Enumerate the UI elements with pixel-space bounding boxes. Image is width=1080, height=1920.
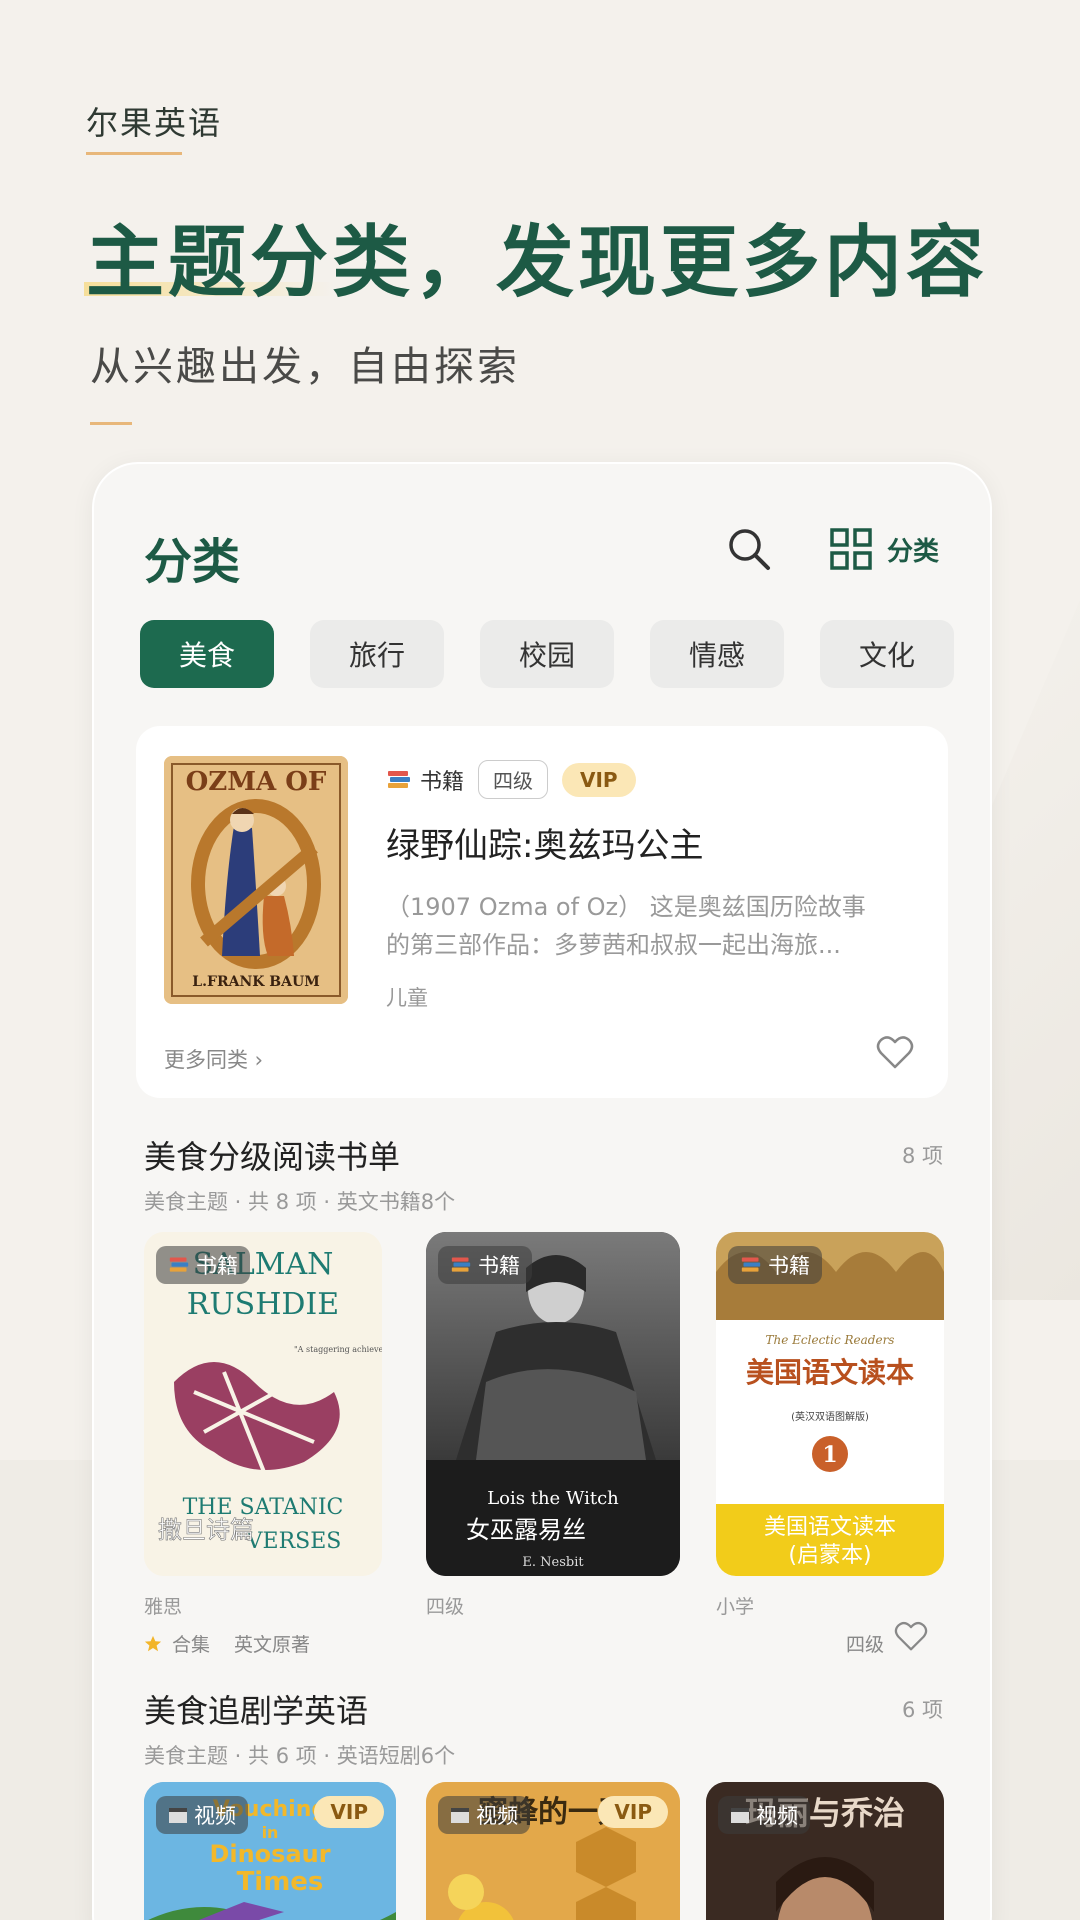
- video-card-dinosaur[interactable]: Vouching in Dinosaur Times 视频 VIP: [144, 1782, 396, 1920]
- section2-title: 美食追剧学英语: [144, 1692, 369, 1730]
- section2-subtitle: 美食主题 · 共 6 项 · 英语短剧6个: [144, 1744, 456, 1768]
- feature-description-line2: 的第三部作品：多萝茜和叔叔一起出海旅...: [386, 931, 841, 959]
- ozma-cover-title: OZMA OF: [186, 767, 327, 797]
- books-icon: [388, 770, 410, 788]
- type-tag: 书籍: [386, 764, 464, 796]
- topic-chips: 美食 旅行 校园 情感 文化: [140, 620, 954, 688]
- more-similar-link[interactable]: 更多同类 ›: [164, 1044, 263, 1074]
- satanic-cover-quote: "A staggering achievement, extremely imp…: [294, 1345, 382, 1354]
- type-badge: 视频: [718, 1796, 810, 1834]
- tag-collection: 合集: [172, 1634, 211, 1656]
- clapperboard-icon: [451, 1808, 469, 1823]
- chip-culture[interactable]: 文化: [820, 620, 954, 688]
- eclectic-cover-series: The Eclectic Readers: [766, 1333, 895, 1347]
- type-badge-label: 视频: [476, 1804, 518, 1828]
- clapperboard-icon: [731, 1808, 749, 1823]
- feature-category: 儿童: [386, 986, 428, 1010]
- level-tag: 四级: [478, 760, 549, 799]
- video-card-bee[interactable]: 蜜蜂的一天 视频 VIP: [426, 1782, 680, 1920]
- star-icon: [144, 1635, 162, 1651]
- type-badge-label: 视频: [194, 1804, 236, 1828]
- type-badge: 书籍: [156, 1246, 250, 1284]
- search-icon: [729, 529, 770, 570]
- heart-icon: [876, 1036, 914, 1069]
- eclectic-cover-banner1: 美国语文读本: [764, 1515, 896, 1540]
- type-badge-label: 视频: [756, 1804, 798, 1828]
- type-badge: 视频: [156, 1796, 248, 1834]
- heart-icon: [894, 1621, 928, 1651]
- tag-original: 英文原著: [234, 1634, 311, 1656]
- chip-campus[interactable]: 校园: [480, 620, 614, 688]
- books-icon: [451, 1257, 471, 1272]
- category-button-label: 分类: [887, 536, 940, 567]
- type-badge: 视频: [438, 1796, 530, 1834]
- footer-level: 四级: [846, 1634, 885, 1656]
- brand-underline: [86, 152, 182, 155]
- dino-cover-text3: Dinosaur: [209, 1840, 330, 1868]
- section2-count[interactable]: 6 项: [902, 1694, 943, 1724]
- type-tag-label: 书籍: [420, 769, 465, 795]
- phone-screen: 分类 分类 美食 旅行 校园 情感 文化 OZMA OF L.FRANK BAU…: [92, 462, 992, 1920]
- satanic-cover-bottom2: VERSES: [246, 1529, 342, 1554]
- subtitle-underline: [90, 422, 132, 425]
- book-card-satanic-verses[interactable]: SALMAN RUSHDIE "A staggering achievement…: [144, 1232, 382, 1576]
- books-icon: [169, 1257, 189, 1272]
- book-card-eclectic-readers[interactable]: The Eclectic Readers 美国语文读本 (英汉双语图解版) 1 …: [716, 1232, 944, 1576]
- type-badge-label: 书籍: [478, 1254, 520, 1278]
- book-card-lois-the-witch[interactable]: Lois the Witch 女巫露易丝 E. Nesbit 书籍: [426, 1232, 680, 1576]
- section1-footer-tags: 合集 英文原著: [144, 1630, 310, 1657]
- grid-icon: [830, 528, 872, 570]
- section1-subtitle: 美食主题 · 共 8 项 · 英文书籍8个: [144, 1190, 456, 1214]
- favorite-button[interactable]: [876, 1034, 914, 1070]
- satanic-cover-top2: RUSHDIE: [187, 1287, 339, 1322]
- eclectic-cover-num: 1: [822, 1442, 837, 1468]
- feature-title[interactable]: 绿野仙踪:奥兹玛公主: [386, 818, 703, 867]
- lois-cover-cn: 女巫露易丝: [466, 1516, 586, 1544]
- clapperboard-icon: [169, 1808, 187, 1823]
- section1-count[interactable]: 8 项: [902, 1140, 943, 1170]
- chip-travel[interactable]: 旅行: [310, 620, 444, 688]
- books-icon: [741, 1257, 761, 1272]
- feature-description-line1: （1907 Ozma of Oz） 这是奥兹国历险故事: [386, 893, 866, 921]
- eclectic-cover-small: (英汉双语图解版): [791, 1410, 869, 1423]
- eclectic-cover-title: 美国语文读本: [746, 1356, 914, 1389]
- ozma-cover-art: OZMA OF L.FRANK BAUM: [164, 756, 348, 1004]
- category-button[interactable]: 分类: [829, 526, 939, 572]
- chip-food[interactable]: 美食: [140, 620, 274, 688]
- video-card-mary-george[interactable]: 玛丽与乔治 视频: [706, 1782, 944, 1920]
- brand-name: 尔果英语: [86, 104, 223, 142]
- lois-cover-en: Lois the Witch: [487, 1488, 619, 1509]
- chip-emotion[interactable]: 情感: [650, 620, 784, 688]
- book-level: 雅思: [144, 1596, 183, 1618]
- book-level: 小学: [716, 1596, 755, 1618]
- vip-badge: VIP: [562, 762, 636, 797]
- lois-cover-author: E. Nesbit: [522, 1555, 584, 1570]
- hero-subtitle: 从兴趣出发，自由探索: [90, 344, 520, 390]
- dino-cover-text4: Times: [237, 1867, 324, 1897]
- featured-book-card[interactable]: OZMA OF L.FRANK BAUM 书籍 四级 VIP 绿野仙踪:奥兹玛公…: [136, 726, 948, 1098]
- type-badge-label: 书籍: [196, 1254, 238, 1278]
- vip-badge: VIP: [314, 1796, 384, 1828]
- feature-description: （1907 Ozma of Oz） 这是奥兹国历险故事 的第三部作品：多萝茜和叔…: [386, 888, 886, 964]
- satanic-cover-cn: 撒旦诗篇: [158, 1516, 254, 1544]
- book-cover-ozma[interactable]: OZMA OF L.FRANK BAUM: [164, 756, 348, 1004]
- book-level: 四级: [426, 1596, 465, 1618]
- section1-title: 美食分级阅读书单: [144, 1138, 401, 1176]
- favorite-button[interactable]: [894, 1620, 932, 1656]
- type-badge: 书籍: [438, 1246, 532, 1284]
- ozma-cover-author: L.FRANK BAUM: [192, 974, 319, 990]
- page-title: 分类: [144, 534, 241, 590]
- hero-title: 主题分类，发现更多内容: [86, 217, 989, 308]
- search-button[interactable]: [724, 524, 774, 574]
- type-badge: 书籍: [728, 1246, 822, 1284]
- vip-badge: VIP: [598, 1796, 668, 1828]
- eclectic-cover-banner2: (启蒙本): [788, 1543, 871, 1568]
- feature-tags: 书籍 四级 VIP: [386, 760, 636, 799]
- type-badge-label: 书籍: [768, 1254, 810, 1278]
